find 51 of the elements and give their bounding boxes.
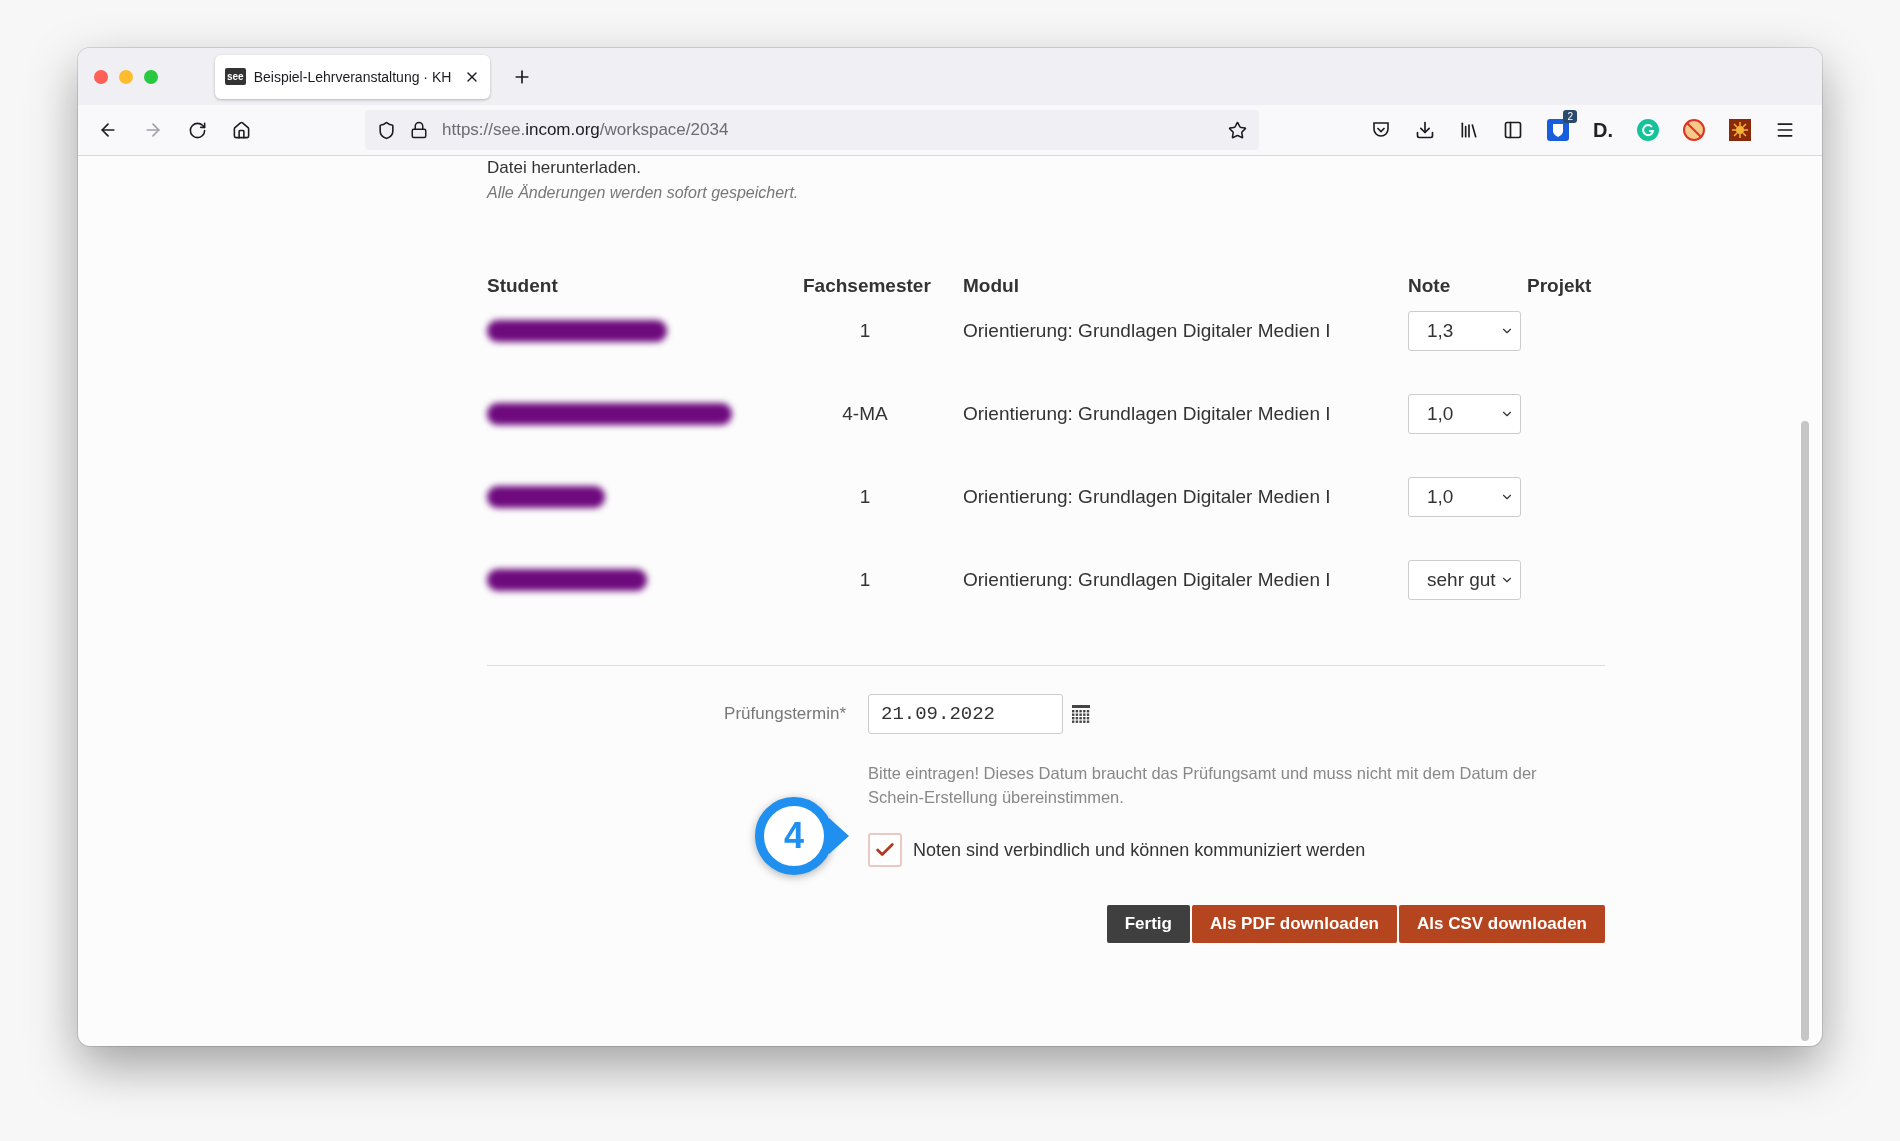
browser-tab[interactable]: see Beispiel-Lehrveranstaltung · KH [215, 54, 490, 99]
close-window-button[interactable] [94, 69, 108, 84]
table-cell-text: 1 [858, 567, 872, 592]
column-header: Modul [963, 275, 1020, 298]
address-bar[interactable]: https://see.incom.org/workspace/2034 [365, 110, 1259, 150]
table-cell-text: 4-MA [841, 401, 889, 426]
column-header: Student [487, 275, 559, 298]
grade-select[interactable]: 1,3 [1408, 310, 1521, 351]
autosave-note: Alle Änderungen werden sofort gespeichert. [487, 184, 800, 202]
pointer-tail-icon [829, 818, 849, 854]
table-cell-text: Orientierung: Grundlagen Digitaler Medien I [963, 484, 1332, 509]
extension-button[interactable]: D. [1593, 118, 1613, 142]
confirm-checkbox[interactable] [868, 833, 902, 867]
sidebar-icon[interactable] [1503, 120, 1523, 140]
action-button[interactable]: Als PDF downloaden [1191, 905, 1397, 943]
table-cell-text: 1 [858, 484, 872, 509]
table-cell-text: 1 [858, 318, 872, 343]
download-icon[interactable] [1415, 120, 1435, 140]
calendar-icon[interactable] [1071, 704, 1091, 724]
tab-title: Beispiel-Lehrveranstaltung · KH [253, 68, 453, 85]
table-cell-text: Orientierung: Grundlagen Digitaler Medien I [963, 401, 1332, 426]
notification-badge: 2 [1563, 110, 1577, 123]
shield-extension-icon[interactable] [1547, 119, 1569, 141]
grade-select[interactable]: 1,0 [1408, 476, 1521, 517]
star-icon[interactable] [1228, 120, 1247, 140]
column-header: Projekt [1527, 275, 1593, 298]
sun-extension-icon[interactable] [1729, 119, 1751, 141]
action-button[interactable]: Als CSV downloaden [1398, 905, 1605, 943]
grade-select[interactable]: sehr gut [1408, 559, 1521, 600]
grade-select[interactable]: 1,0 [1408, 393, 1521, 434]
action-button[interactable]: Fertig [1106, 905, 1190, 943]
column-header: Note [1408, 275, 1452, 298]
table-cell-text: Orientierung: Grundlagen Digitaler Medien I [963, 318, 1332, 343]
site-favicon: see [225, 68, 246, 85]
date-field[interactable]: 21.09.2022 [868, 694, 1063, 734]
home-icon[interactable] [232, 120, 251, 140]
library-icon[interactable] [1459, 120, 1479, 140]
checkbox-label: Noten sind verbindlich und können kommuniziert werden [913, 839, 1366, 861]
date-label: Prüfungstermin* [723, 704, 847, 724]
shield-icon[interactable] [377, 120, 396, 140]
help-text: Bitte eintragen! Dieses Datum braucht das Prüfungsamt und muss nicht mit dem Datum der Schein-Erstellung übereinstimmen. [868, 763, 1538, 808]
section-text: Datei herunterladen. [487, 158, 643, 178]
menu-icon[interactable] [1775, 120, 1795, 140]
lock-icon [410, 121, 428, 139]
pocket-icon[interactable] [1371, 120, 1391, 140]
blocked-extension-icon[interactable] [1683, 119, 1705, 141]
reload-icon[interactable] [188, 120, 207, 140]
scrollbar-thumb[interactable] [1801, 421, 1809, 1041]
url-text: https://see.incom.org/workspace/2034 [442, 120, 730, 140]
column-header: Fachsemester [803, 275, 932, 298]
table-cell-text: Orientierung: Grundlagen Digitaler Medien I [963, 567, 1332, 592]
